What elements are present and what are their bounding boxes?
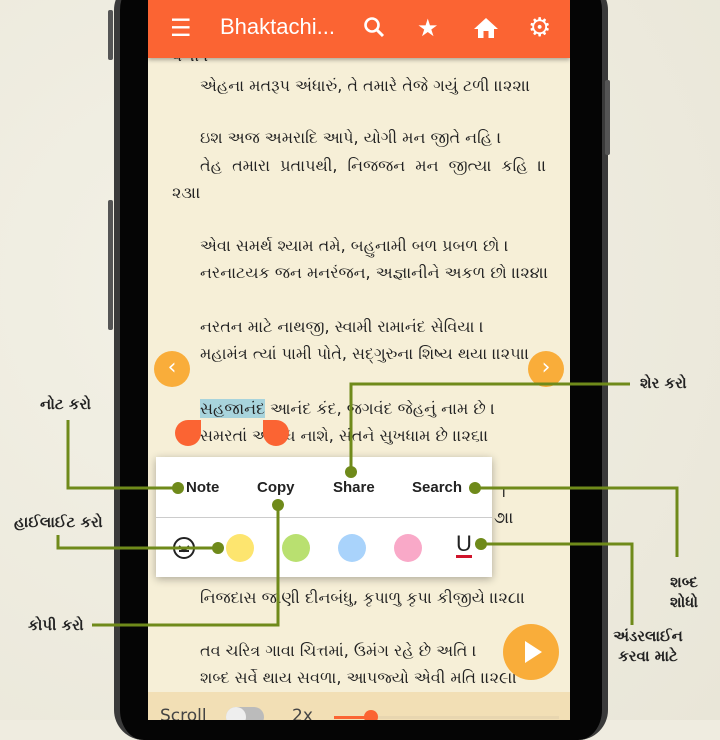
callout-underline-line1: અંડરલાઈન — [613, 627, 683, 645]
callout-highlight: હાઈલાઈટ કરો — [14, 513, 103, 531]
callout-underline-line2: કરવા માટે — [618, 647, 678, 665]
callout-search-line2: શોધો — [669, 593, 699, 611]
callout-note: નોટ કરો — [40, 395, 91, 413]
callout-underline: અંડરલાઈન કરવા માટે — [606, 626, 690, 666]
callout-share: શેર કરો — [640, 374, 687, 392]
callout-search-line1: શબ્દ — [670, 573, 698, 591]
callout-search: શબ્દ શોધો — [660, 572, 708, 612]
callout-lines — [56, 382, 679, 627]
callout-copy: કોપી કરો — [28, 616, 84, 634]
